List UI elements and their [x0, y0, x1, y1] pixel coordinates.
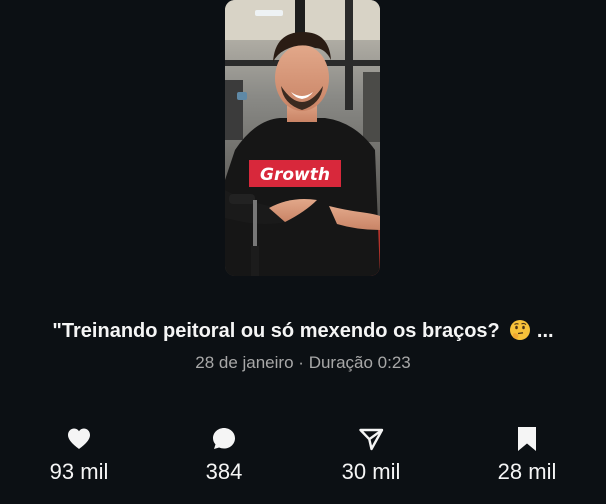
engagement-stats: 93 mil 384 30 mil 28 mil — [0, 425, 606, 495]
post-meta: 28 de janeiro · Duração 0:23 — [0, 353, 606, 373]
share-count: 30 mil — [341, 459, 401, 484]
meta-separator: · — [298, 353, 304, 372]
post-duration: Duração 0:23 — [308, 353, 411, 372]
like-count: 93 mil — [49, 459, 109, 484]
reel-detail-page: Growth "Treinando peitoral ou só mexendo… — [0, 0, 606, 504]
video-thumbnail[interactable]: Growth — [225, 0, 380, 276]
send-icon — [359, 428, 384, 451]
save-count: 28 mil — [497, 459, 557, 484]
shirt-logo-text: Growth — [260, 165, 330, 185]
thumbnail-image: Growth — [225, 0, 380, 276]
share-button[interactable]: 30 mil — [311, 425, 431, 485]
post-date: 28 de janeiro — [195, 353, 294, 372]
save-button[interactable]: 28 mil — [467, 425, 587, 485]
caption-text: "Treinando peitoral ou só mexendo os bra… — [52, 320, 500, 342]
caption-ellipsis: ... — [536, 320, 554, 342]
comment-button[interactable]: 384 — [164, 425, 284, 485]
bookmark-icon — [518, 427, 536, 451]
comment-count: 384 — [205, 459, 243, 484]
like-button[interactable]: 93 mil — [19, 425, 139, 485]
heart-icon — [68, 428, 90, 449]
thinking-face-icon — [510, 320, 531, 340]
post-caption[interactable]: "Treinando peitoral ou só mexendo os bra… — [0, 319, 606, 343]
comment-icon — [213, 428, 235, 449]
